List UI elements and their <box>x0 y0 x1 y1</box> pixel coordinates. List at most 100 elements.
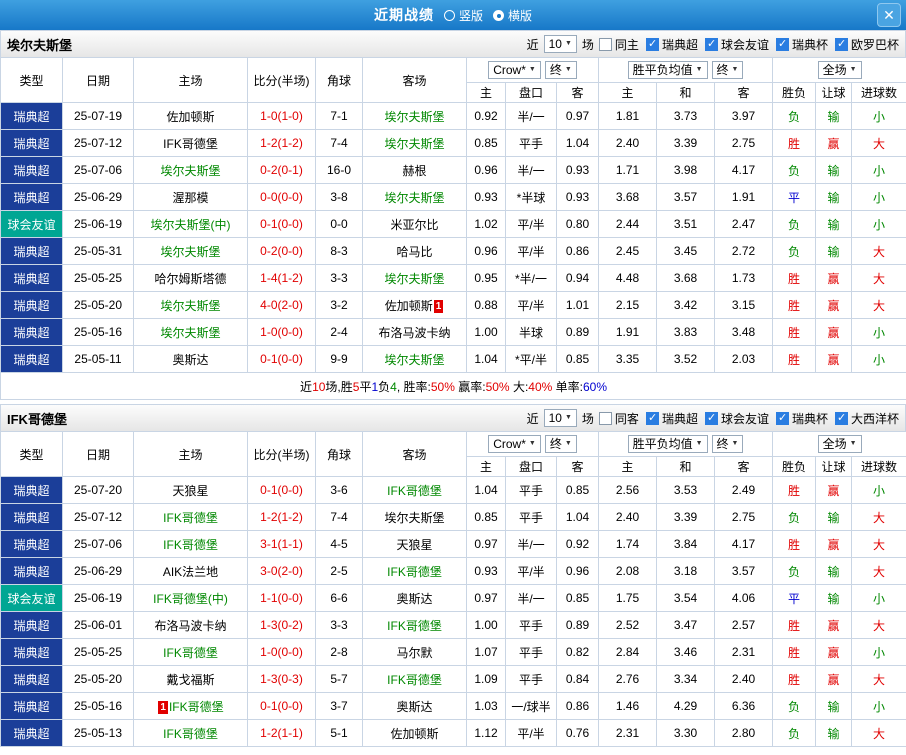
result-goals: 大 <box>851 264 906 292</box>
away-team: 赫根 <box>362 156 467 184</box>
corner-score: 9-9 <box>315 345 363 373</box>
close-icon[interactable]: ✕ <box>877 3 901 27</box>
filter-checkbox[interactable]: 瑞典杯 <box>775 410 828 427</box>
radio-horizontal-icon <box>493 9 504 21</box>
result-group-header: 全场 ▼ <box>772 431 906 457</box>
bookmaker-select[interactable]: Crow* ▼ <box>488 61 541 79</box>
team-section: 埃尔夫斯堡 近 10 ▼ 场 同主瑞典超球会友谊瑞典杯欧罗巴杯 类型 <box>0 30 906 400</box>
result-goals: 大 <box>851 129 906 157</box>
match-date: 25-05-11 <box>62 345 134 373</box>
filter-checkbox[interactable]: 大西洋杯 <box>834 410 899 427</box>
europe-draw-odds: 3.39 <box>656 503 716 531</box>
asia-away-odds: 0.85 <box>555 345 600 373</box>
home-team: 哈尔姆斯塔德 <box>133 264 248 292</box>
score: 1-4(1-2) <box>247 264 316 292</box>
asia-home-odds: 0.92 <box>466 102 506 130</box>
away-team: 奥斯达 <box>362 692 467 720</box>
asia-home-odds: 0.95 <box>466 264 506 292</box>
asia-handicap: *半球 <box>505 183 557 211</box>
asia-home-odds: 0.93 <box>466 183 506 211</box>
team-name-text: IFK哥德堡 <box>387 564 442 579</box>
filter-checkbox[interactable]: 瑞典超 <box>645 410 698 427</box>
asia-handicap: 平手 <box>505 638 557 666</box>
asia-away-odds: 0.96 <box>555 557 600 585</box>
dropdown-arrow-icon: ▼ <box>564 40 572 47</box>
home-team: 1 IFK哥德堡 <box>133 692 248 720</box>
dropdown-arrow-icon: ▼ <box>849 440 857 447</box>
summary-segment: 60% <box>582 379 608 394</box>
match-row: 球会友谊 25-06-19 IFK哥德堡(中) 1-1(0-0) 6-6 奥斯达… <box>0 584 906 612</box>
europe-away-odds: 2.31 <box>714 638 774 666</box>
europe-time-select[interactable]: 终 ▼ <box>711 435 744 453</box>
asia-away-odds: 0.93 <box>555 183 600 211</box>
layout-radio-horizontal[interactable]: 横版 <box>493 7 532 24</box>
result-goals: 小 <box>851 183 906 211</box>
europe-time-select[interactable]: 终 ▼ <box>711 61 744 79</box>
europe-away-odds: 2.75 <box>714 129 774 157</box>
asia-away-odds: 1.04 <box>555 129 600 157</box>
bookmaker-select[interactable]: Crow* ▼ <box>488 435 541 453</box>
summary: 近10场,胜5平1负4, 胜率:50% 赢率:50% 大:40% 单率:60% <box>0 372 906 400</box>
match-count-select[interactable]: 10 ▼ <box>543 409 577 427</box>
league-type: 瑞典超 <box>0 129 63 157</box>
match-count-select[interactable]: 10 ▼ <box>543 35 577 53</box>
filter-checkbox[interactable]: 同主 <box>598 36 639 53</box>
match-date: 25-05-20 <box>62 665 134 693</box>
sections-container: 埃尔夫斯堡 近 10 ▼ 场 同主瑞典超球会友谊瑞典杯欧罗巴杯 类型 <box>0 30 906 747</box>
team-name-text: 埃尔夫斯堡 <box>384 190 445 205</box>
match-date: 25-05-25 <box>62 264 134 292</box>
europe-away-odds: 2.40 <box>714 665 774 693</box>
league-type: 瑞典超 <box>0 156 63 184</box>
home-team: IFK哥德堡 <box>133 530 248 558</box>
europe-away-odds: 3.15 <box>714 291 774 319</box>
layout-radio-vertical[interactable]: 竖版 <box>443 7 483 24</box>
filter-checkbox[interactable]: 同客 <box>598 410 639 427</box>
filter-checkbox[interactable]: 球会友谊 <box>704 410 769 427</box>
asia-away-odds: 0.92 <box>555 530 600 558</box>
team-name-text: 布洛马波卡纳 <box>154 618 227 633</box>
europe-odds-select[interactable]: 胜平负均值 ▼ <box>627 61 708 79</box>
asia-time-select[interactable]: 终 ▼ <box>544 61 577 79</box>
europe-draw-odds: 3.54 <box>656 584 716 612</box>
score: 1-2(1-1) <box>247 719 316 747</box>
away-team: 奥斯达 <box>362 584 467 612</box>
filter-checkbox[interactable]: 球会友谊 <box>704 36 769 53</box>
team-name-text: 埃尔夫斯堡(中) <box>150 217 231 232</box>
europe-home-odds: 2.40 <box>598 503 658 531</box>
match-row: 瑞典超 25-07-06 埃尔夫斯堡 0-2(0-1) 16-0 赫根 0.96… <box>0 156 906 184</box>
filter-checkbox[interactable]: 瑞典超 <box>645 36 698 53</box>
period-select[interactable]: 全场 ▼ <box>817 435 862 453</box>
dropdown-arrow-icon: ▼ <box>695 440 703 447</box>
asia-time-select-value: 终 <box>549 437 562 451</box>
europe-away-odds: 4.17 <box>714 156 774 184</box>
checkbox-label: 瑞典超 <box>661 37 698 52</box>
asia-time-select[interactable]: 终 ▼ <box>544 435 577 453</box>
team-name-text: 埃尔夫斯堡 <box>384 510 445 525</box>
score: 1-3(0-3) <box>247 665 316 693</box>
team-name-text: 天狼星 <box>172 483 209 498</box>
match-date: 25-06-29 <box>62 183 134 211</box>
team-name-text: IFK哥德堡 <box>387 672 442 687</box>
home-team: 埃尔夫斯堡 <box>133 237 248 265</box>
section-header: 埃尔夫斯堡 近 10 ▼ 场 同主 瑞典超 球会友谊 瑞典杯 欧罗巴杯 <box>0 30 906 57</box>
summary-segment: 负 <box>378 379 391 394</box>
period-select[interactable]: 全场 ▼ <box>817 61 862 79</box>
result-handicap: 输 <box>815 102 853 130</box>
filter-checkbox[interactable]: 欧罗巴杯 <box>834 36 899 53</box>
corner-score: 7-1 <box>315 102 363 130</box>
summary-segment: 单率: <box>552 379 583 394</box>
filter-checkbox[interactable]: 瑞典杯 <box>775 36 828 53</box>
col-header-away: 客场 <box>362 57 467 103</box>
asia-handicap: 平手 <box>505 503 557 531</box>
europe-draw-odds: 3.18 <box>656 557 716 585</box>
col-header-home: 主场 <box>133 431 248 477</box>
result-handicap: 输 <box>815 210 853 238</box>
home-team: IFK哥德堡 <box>133 719 248 747</box>
europe-odds-select[interactable]: 胜平负均值 ▼ <box>627 435 708 453</box>
subcol-goals: 进球数 <box>851 82 906 103</box>
asia-home-odds: 0.97 <box>466 530 506 558</box>
team-name-text: IFK哥德堡(中) <box>153 591 228 606</box>
result-handicap: 赢 <box>815 665 853 693</box>
europe-away-odds: 2.72 <box>714 237 774 265</box>
checkbox-label: 瑞典杯 <box>791 37 828 52</box>
